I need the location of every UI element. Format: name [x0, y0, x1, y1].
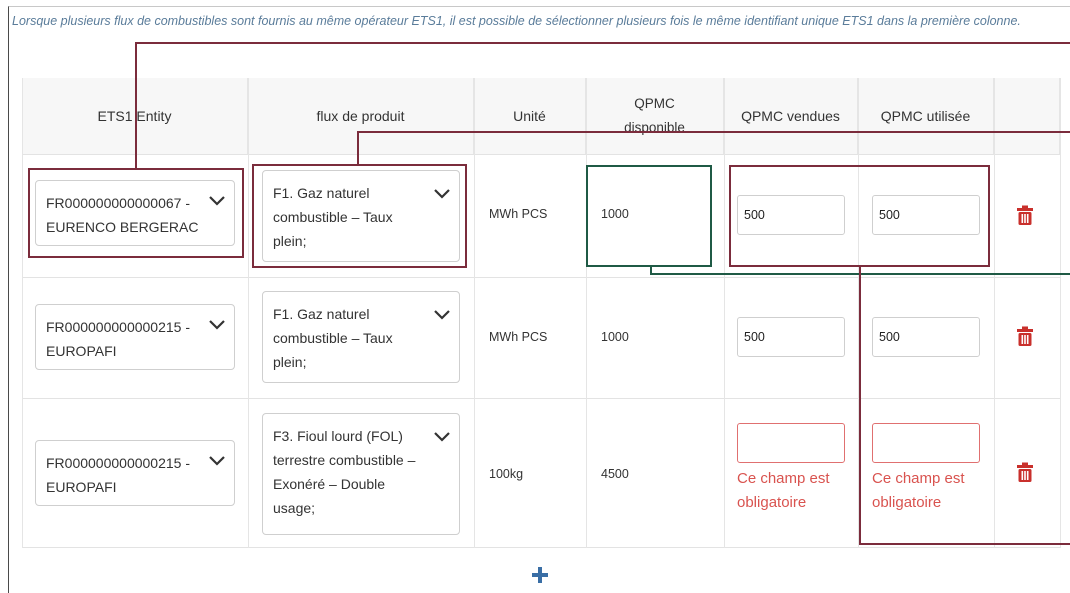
annotation-line [357, 131, 359, 164]
trash-icon[interactable] [1017, 205, 1033, 225]
column-divider [474, 78, 475, 548]
column-divider [994, 78, 995, 548]
annotation-line [859, 543, 1070, 545]
annotation-box-qpmc [729, 165, 990, 267]
header-qpmc-vendues: QPMC vendues [724, 78, 858, 154]
ets1-entity-select[interactable]: FR000000000000215 - EUROPAFI [35, 304, 235, 370]
error-message: Ce champ est obligatoire [872, 470, 965, 511]
trash-icon[interactable] [1017, 462, 1033, 482]
chevron-down-icon [209, 320, 225, 330]
annotation-line [859, 267, 861, 545]
column-divider [22, 78, 23, 548]
unite-value: MWh PCS [489, 330, 548, 344]
qpmc-disponible-value: 4500 [601, 467, 629, 481]
header-qpmc-disponible: QPMC disponible [586, 78, 724, 154]
flux-produit-value: F1. Gaz naturel combustible – Taux plein… [273, 306, 393, 370]
flux-produit-select[interactable]: F3. Fioul lourd (FOL) terrestre combusti… [262, 413, 460, 535]
flux-produit-value: F3. Fioul lourd (FOL) terrestre combusti… [273, 428, 416, 516]
unite-value: 100kg [489, 467, 524, 481]
column-divider [1060, 78, 1061, 548]
column-divider [248, 78, 249, 548]
qpmc-utilisee-input[interactable] [872, 423, 980, 463]
unite-value: MWh PCS [489, 207, 548, 221]
annotation-line [357, 131, 1070, 133]
column-divider [586, 78, 587, 548]
annotation-box-flux [252, 164, 467, 268]
qpmc-utilisee-input[interactable]: 500 [872, 317, 980, 357]
flux-produit-select[interactable]: F1. Gaz naturel combustible – Taux plein… [262, 291, 460, 383]
ets1-entity-select[interactable]: FR000000000000215 - EUROPAFI [35, 440, 235, 506]
annotation-line [135, 42, 1070, 44]
chevron-down-icon [434, 432, 450, 442]
qpmc-vendues-input[interactable] [737, 423, 845, 463]
annotation-line [135, 42, 137, 168]
chevron-down-icon [209, 456, 225, 466]
header-flux-produit: flux de produit [248, 78, 474, 154]
ets1-entity-value: FR000000000000215 - EUROPAFI [46, 319, 191, 359]
annotation-box-entity [28, 168, 244, 258]
trash-icon[interactable] [1017, 326, 1033, 346]
column-divider [724, 78, 725, 548]
annotation-box-dispo [586, 165, 712, 267]
header-actions [994, 78, 1060, 154]
chevron-down-icon [434, 310, 450, 320]
qpmc-vendues-input[interactable]: 500 [737, 317, 845, 357]
header-qpmc-utilisee: QPMC utilisée [858, 78, 994, 154]
qpmc-disponible-value: 1000 [601, 330, 629, 344]
ets1-entity-value: FR000000000000215 - EUROPAFI [46, 455, 191, 495]
plus-icon[interactable] [531, 566, 549, 584]
error-message: Ce champ est obligatoire [737, 470, 830, 511]
header-unite: Unité [474, 78, 586, 154]
info-note: Lorsque plusieurs flux de combustibles s… [12, 14, 1021, 28]
